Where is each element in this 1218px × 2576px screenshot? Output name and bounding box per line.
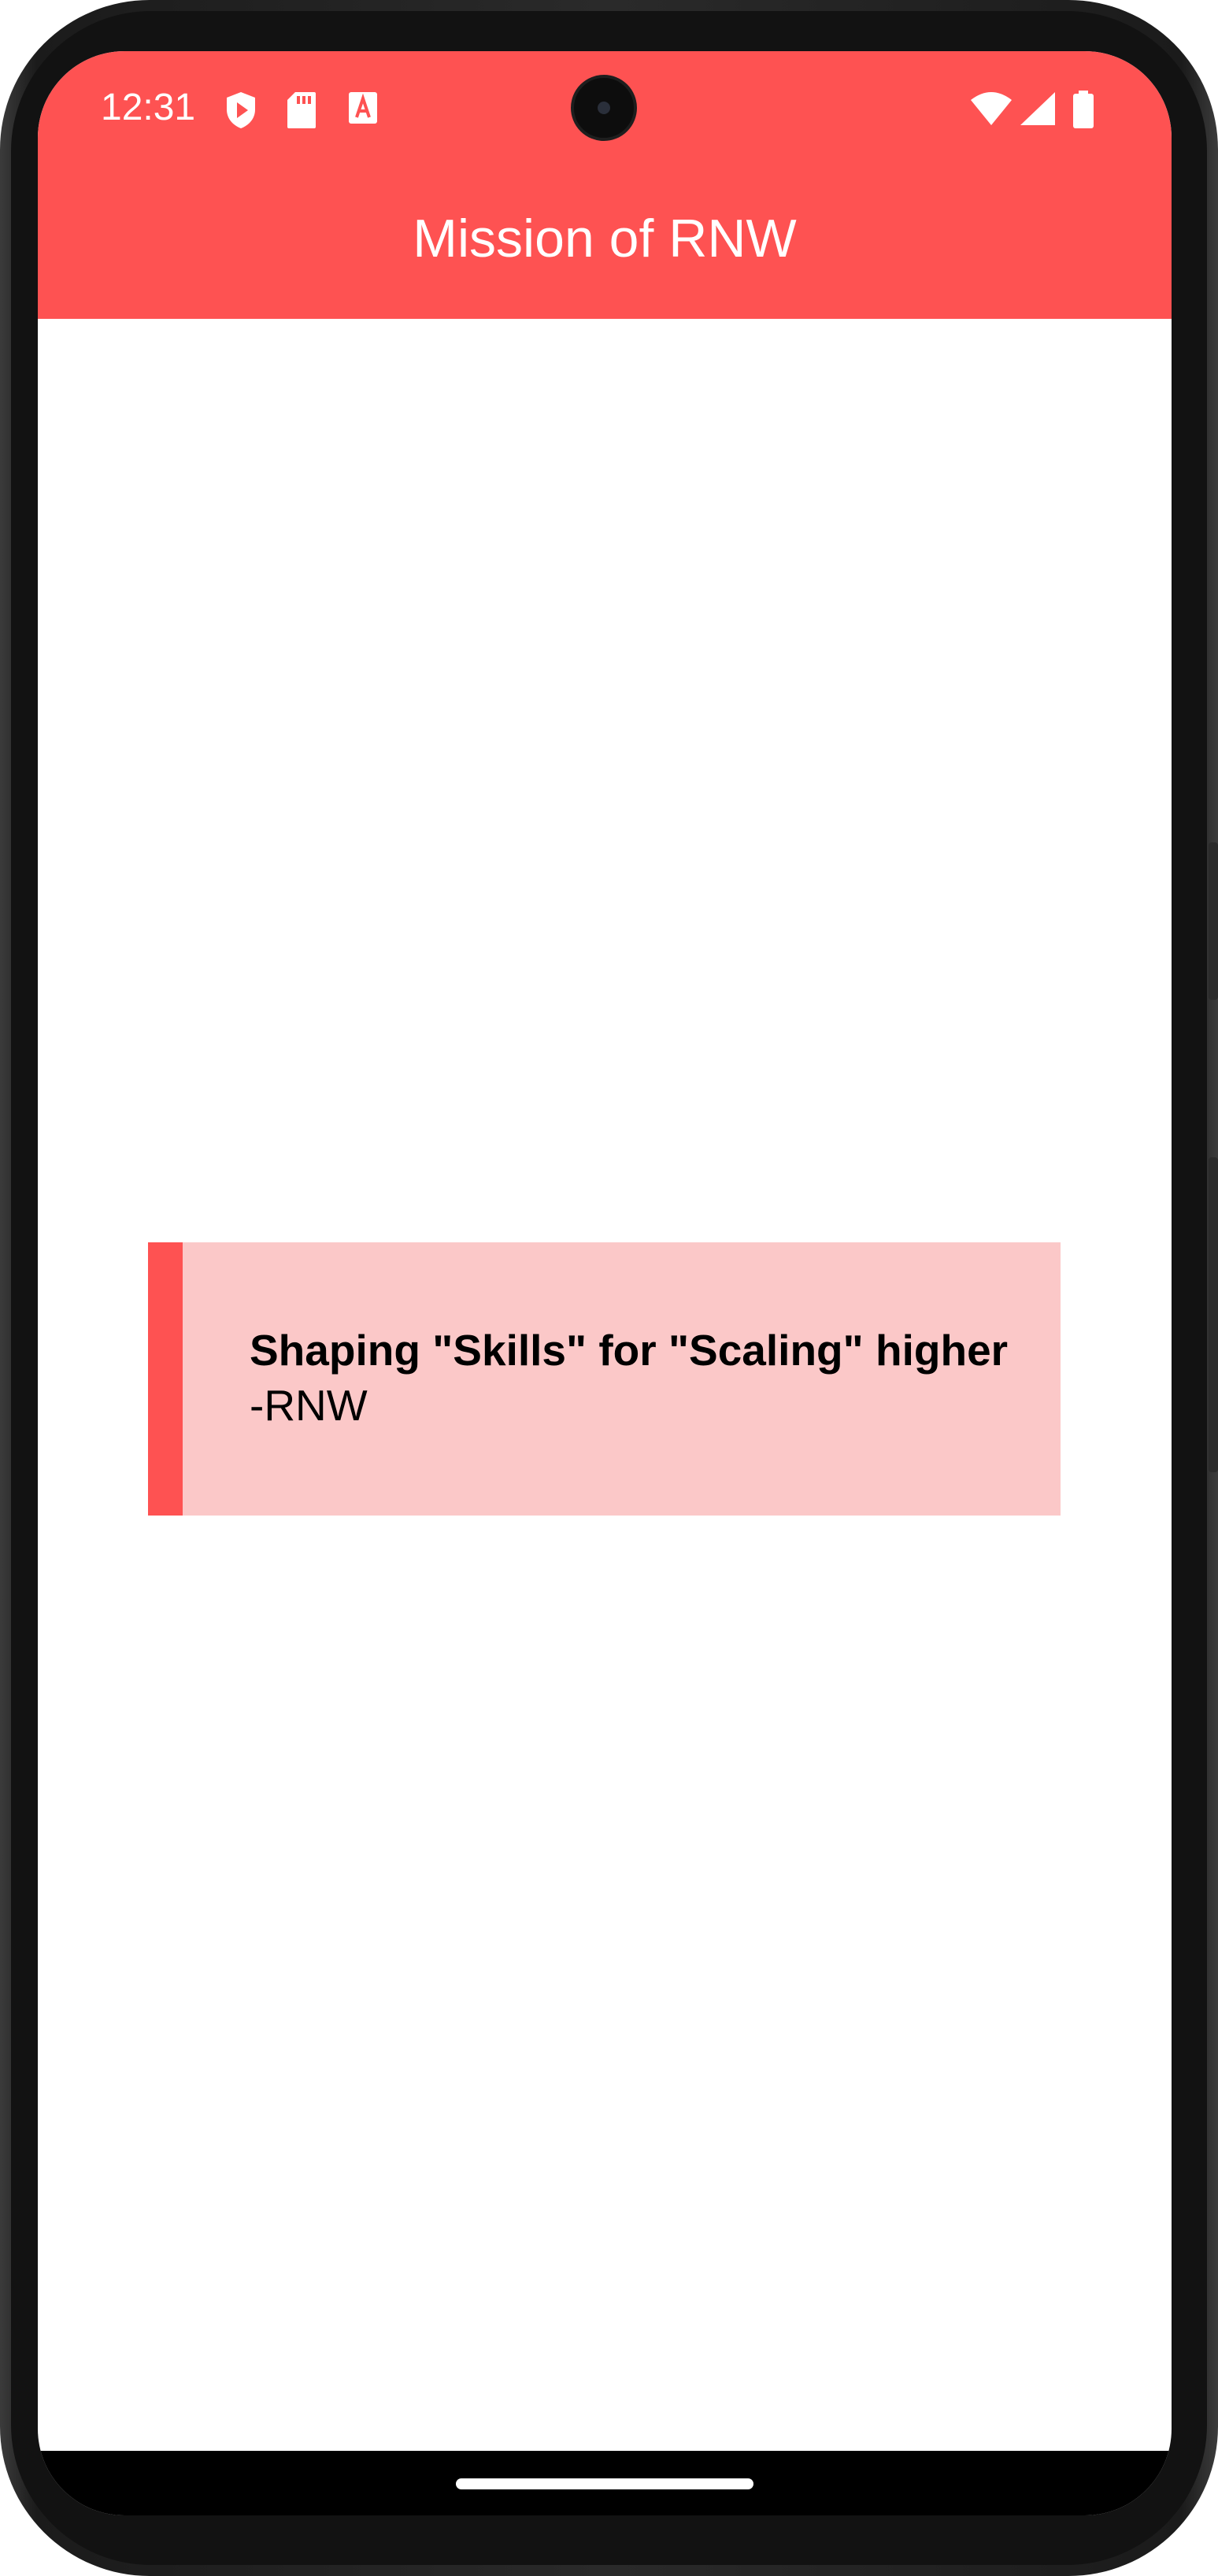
device-frame: 12:31 Mission of RNW Shaping "Skills" fo… bbox=[0, 0, 1218, 2576]
quote-accent-bar bbox=[148, 1242, 183, 1516]
app-bar: Mission of RNW bbox=[38, 165, 1172, 319]
quote-author: -RNW bbox=[250, 1381, 368, 1430]
power-button bbox=[1209, 842, 1218, 1000]
home-indicator[interactable] bbox=[456, 2478, 753, 2489]
front-camera bbox=[571, 75, 637, 141]
status-time: 12:31 bbox=[101, 87, 196, 128]
battery-icon bbox=[1073, 91, 1094, 128]
font-a-icon bbox=[349, 92, 377, 124]
status-bar: 12:31 bbox=[38, 51, 1172, 165]
quote-text: Shaping "Skills" for "Scaling" higher bbox=[250, 1326, 1009, 1375]
navigation-bar bbox=[38, 2451, 1172, 2515]
cell-signal-icon bbox=[1020, 92, 1055, 125]
shield-play-icon bbox=[227, 92, 255, 128]
screen: 12:31 Mission of RNW Shaping "Skills" fo… bbox=[38, 51, 1172, 2515]
sd-card-icon bbox=[287, 92, 316, 128]
quote-card: Shaping "Skills" for "Scaling" higher -R… bbox=[148, 1242, 1061, 1516]
wifi-icon bbox=[971, 92, 1012, 125]
volume-rocker bbox=[1209, 1157, 1218, 1472]
app-title: Mission of RNW bbox=[413, 209, 797, 268]
